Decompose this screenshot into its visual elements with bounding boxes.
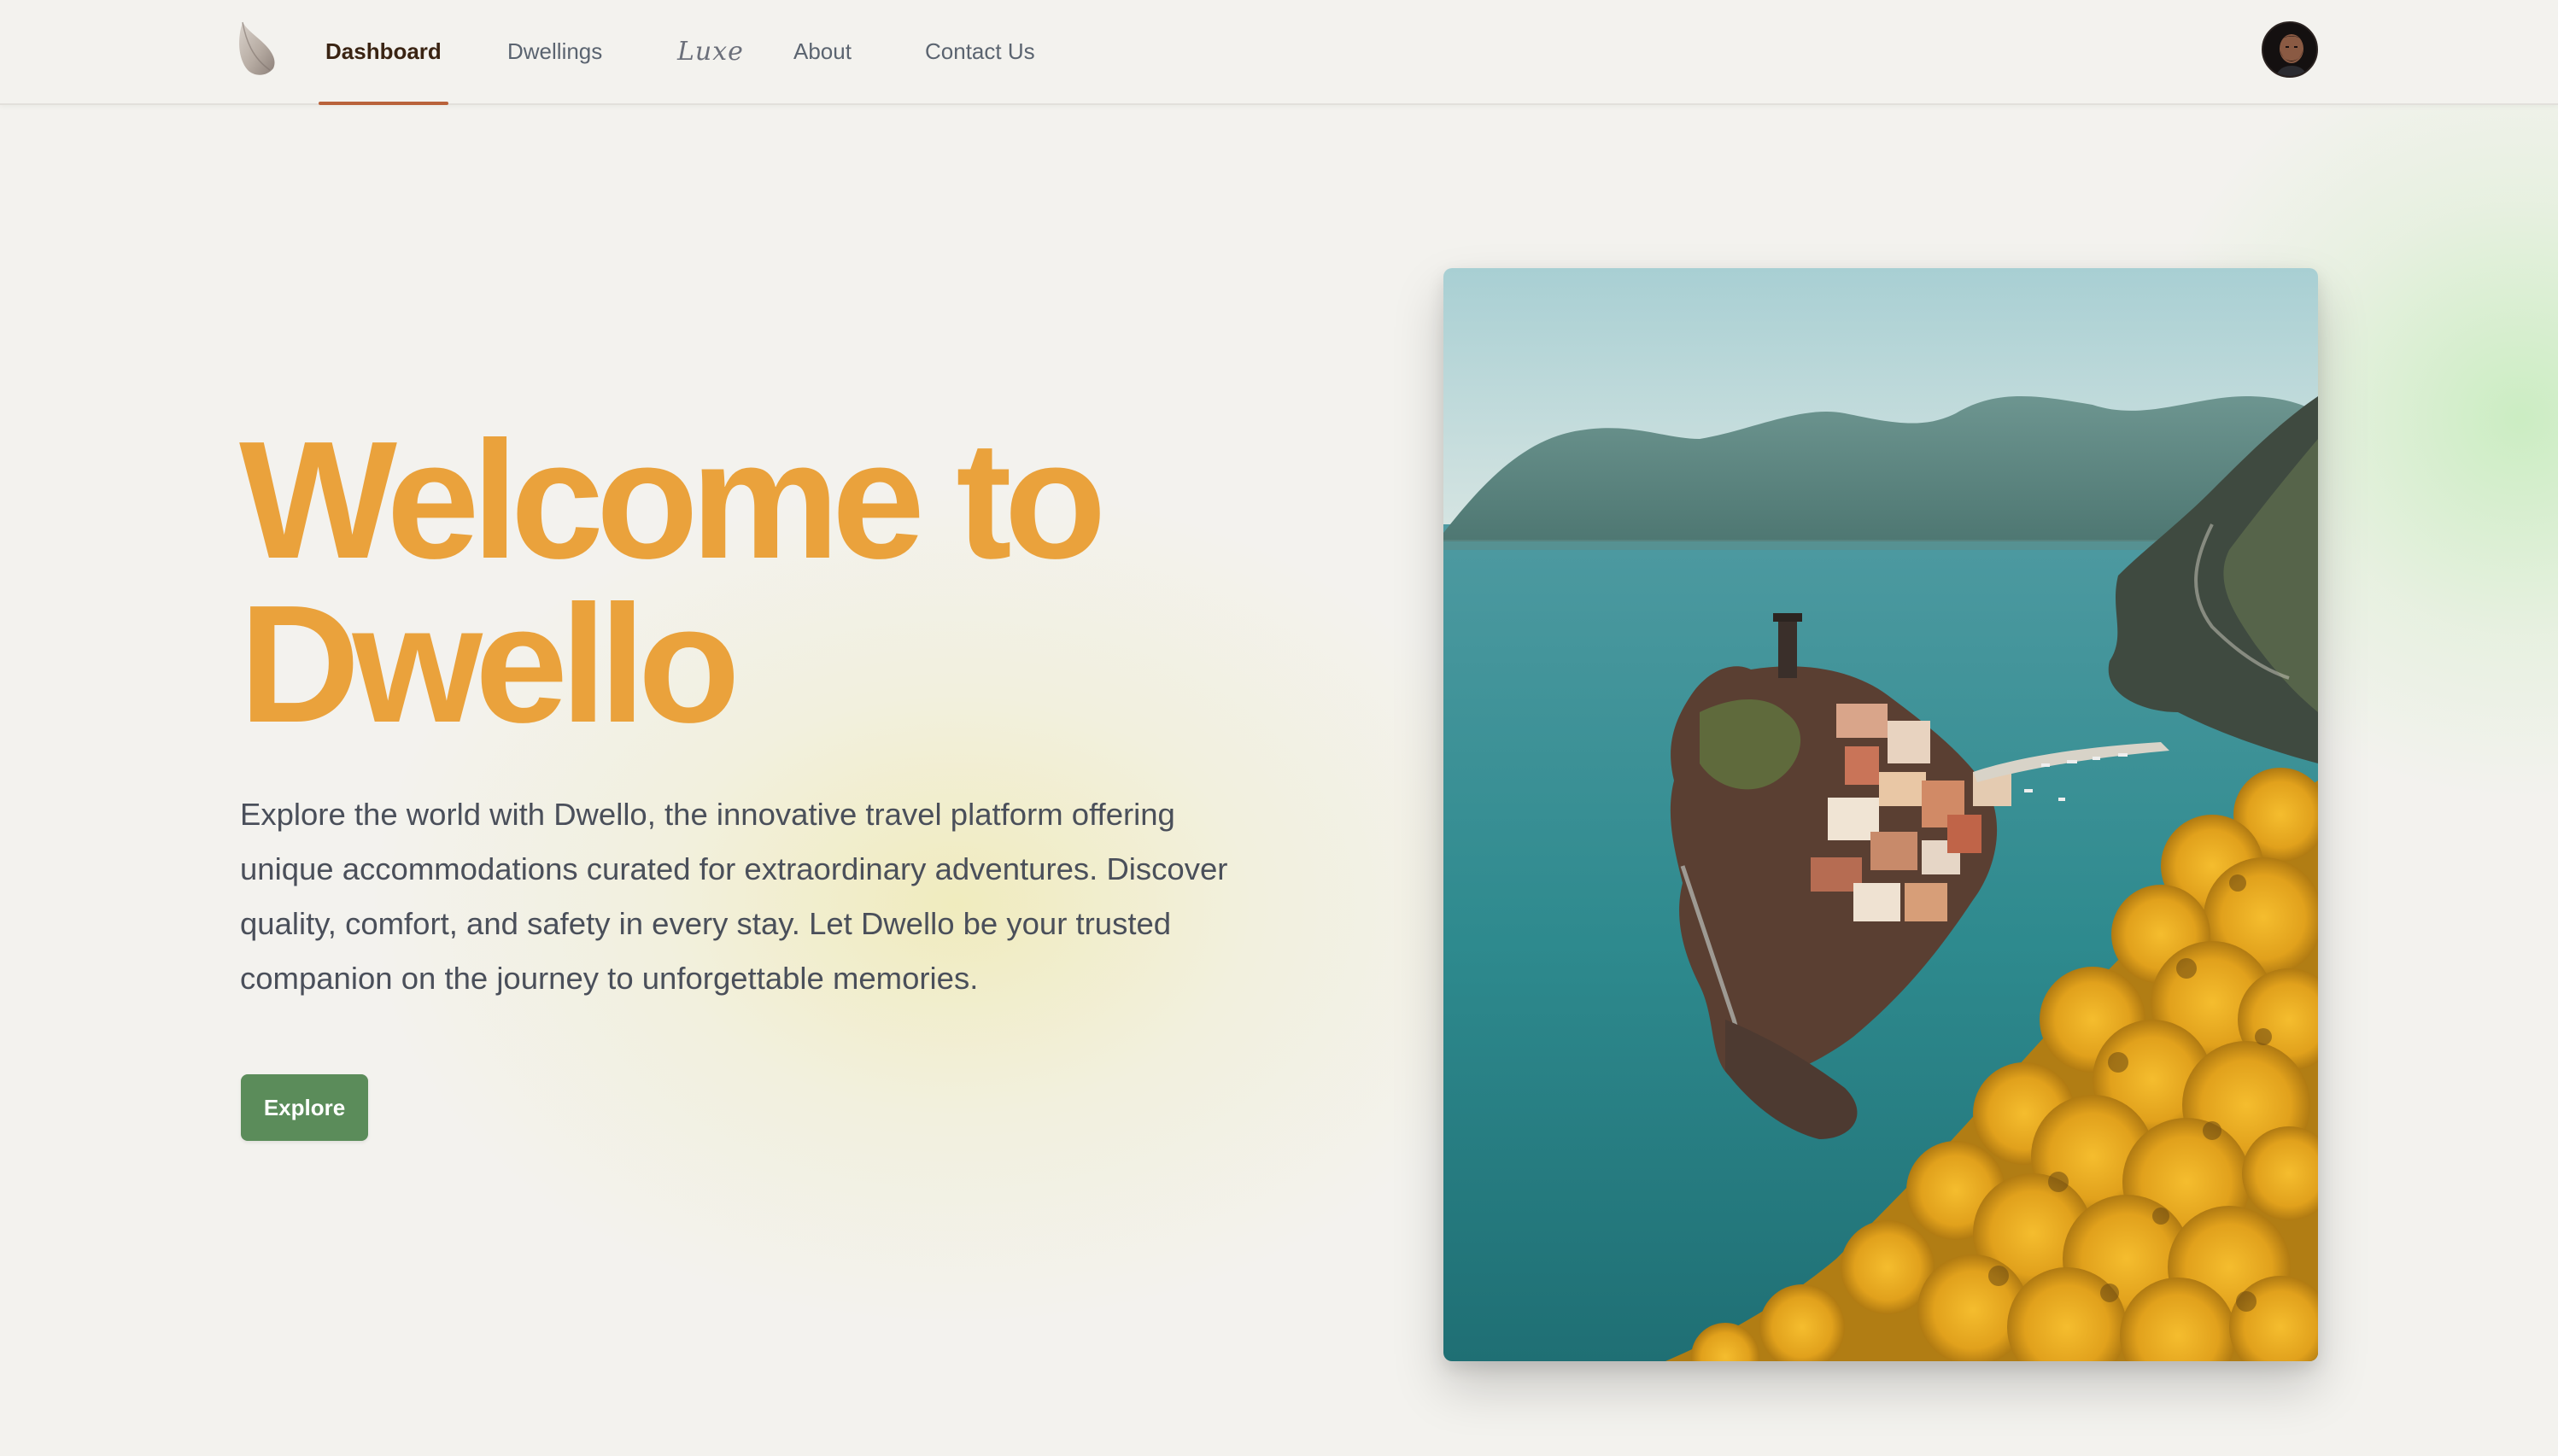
explore-button[interactable]: Explore: [241, 1074, 368, 1141]
hero-description-line: unique accommodations curated for extrao…: [240, 851, 1228, 886]
hero-title: Welcome to Dwello: [239, 406, 1264, 757]
avatar-portrait-icon: [2263, 23, 2316, 76]
page: Dashboard Dwellings Luxe About Contact U…: [0, 0, 2558, 1456]
nav-item-luxe[interactable]: Luxe: [677, 0, 744, 103]
hero-description-line: Explore the world with Dwello, the innov…: [240, 797, 1175, 832]
hero-title-line2: Dwello: [239, 570, 740, 757]
coastal-cliff-village-photo: [1443, 268, 2318, 1361]
nav-item-contact-us[interactable]: Contact Us: [925, 0, 1035, 103]
feather-leaf-icon[interactable]: [236, 19, 278, 79]
hero-description: Explore the world with Dwello, the innov…: [240, 787, 1265, 1006]
hero-image: [1443, 268, 2318, 1361]
hero-description-line: quality, comfort, and safety in every st…: [240, 906, 1172, 941]
nav-item-dashboard[interactable]: Dashboard: [319, 0, 448, 105]
top-navbar: Dashboard Dwellings Luxe About Contact U…: [0, 0, 2558, 105]
nav-item-dwellings[interactable]: Dwellings: [507, 0, 602, 103]
nav-item-about[interactable]: About: [793, 0, 852, 103]
user-avatar[interactable]: [2262, 21, 2318, 78]
hero-title-line1: Welcome to: [239, 406, 1106, 594]
hero-description-line: companion on the journey to unforgettabl…: [240, 961, 979, 996]
